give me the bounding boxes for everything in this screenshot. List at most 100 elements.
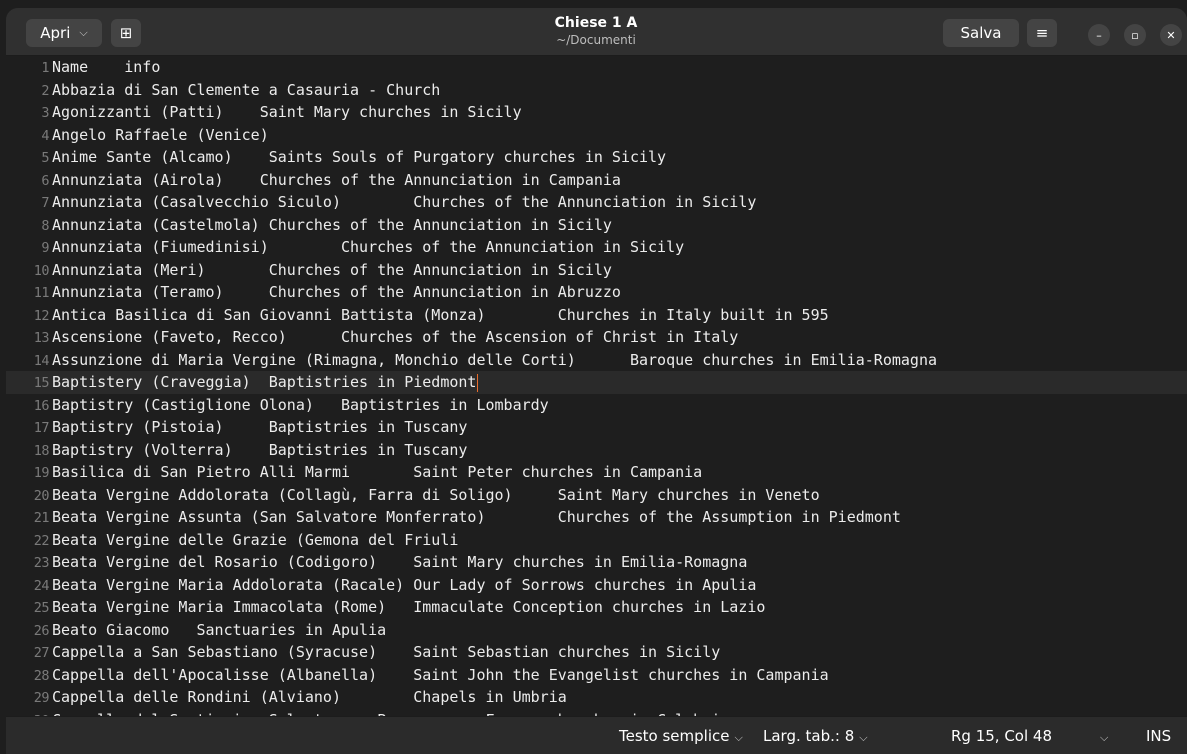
editor-line[interactable]: 13 Ascensione (Faveto, Recco) Churches of…: [6, 326, 1187, 349]
line-number: 1: [41, 60, 49, 76]
line-text[interactable]: Angelo Raffaele (Venice): [49, 124, 269, 147]
editor-line[interactable]: 9 Annunziata (Fiumedinisi) Churches of th…: [6, 236, 1187, 259]
line-text[interactable]: Abbazia di San Clemente a Casauria - Chu…: [49, 79, 440, 102]
line-text[interactable]: Beata Vergine Assunta (San Salvatore Mon…: [49, 506, 901, 529]
text-editor-area[interactable]: 1 Name info 2 Abbazia di San Clemente a Cas…: [6, 56, 1187, 729]
line-text[interactable]: Basilica di San Pietro Alli Marmi Saint …: [49, 461, 702, 484]
line-number: 11: [33, 285, 50, 301]
line-text[interactable]: Annunziata (Fiumedinisi) Churches of the…: [49, 236, 684, 259]
line-text[interactable]: Agonizzanti (Patti) Saint Mary churches …: [49, 101, 522, 124]
position-dropdown[interactable]: ⌵: [1095, 727, 1108, 745]
editor-line[interactable]: 17 Baptistry (Pistoia) Baptistries in Tus…: [6, 416, 1187, 439]
line-text[interactable]: Annunziata (Casalvecchio Siculo) Churche…: [49, 191, 756, 214]
close-button[interactable]: ✕: [1160, 24, 1182, 46]
line-text[interactable]: Annunziata (Meri) Churches of the Annunc…: [49, 259, 612, 282]
cursor-position[interactable]: Rg 15, Col 48: [951, 727, 1052, 745]
editor-line[interactable]: 29 Cappella delle Rondini (Alviano) Chape…: [6, 686, 1187, 709]
editor-line[interactable]: 27 Cappella a San Sebastiano (Syracuse) S…: [6, 641, 1187, 664]
text-caret: [477, 373, 479, 392]
editor-line[interactable]: 19 Basilica di San Pietro Alli Marmi Sain…: [6, 461, 1187, 484]
line-number: 6: [41, 172, 49, 189]
editor-line[interactable]: 15 Baptistery (Craveggia) Baptistries in …: [6, 371, 1187, 394]
line-number: 18: [33, 442, 50, 459]
line-text[interactable]: Name info: [49, 56, 160, 79]
line-number: 17: [33, 420, 50, 436]
editor-line[interactable]: 8 Annunziata (Castelmola) Churches of the…: [6, 214, 1187, 237]
line-text[interactable]: Beata Vergine Addolorata (Collagù, Farra…: [49, 484, 820, 507]
editor-line[interactable]: 11 Annunziata (Teramo) Churches of the An…: [6, 281, 1187, 304]
line-text[interactable]: Antica Basilica di San Giovanni Battista…: [49, 304, 829, 327]
line-number: 21: [33, 510, 50, 526]
editor-line[interactable]: 5 Anime Sante (Alcamo) Saints Souls of Pu…: [6, 146, 1187, 169]
save-button-label: Salva: [960, 24, 1002, 42]
line-number: 15: [33, 375, 50, 391]
editor-line[interactable]: 16 Baptistry (Castiglione Olona) Baptistr…: [6, 394, 1187, 417]
insert-mode-indicator[interactable]: INS: [1146, 727, 1171, 745]
line-text[interactable]: Beata Vergine Maria Immacolata (Rome) Im…: [49, 596, 765, 619]
line-text[interactable]: Baptistry (Castiglione Olona) Baptistrie…: [49, 394, 549, 417]
new-tab-button[interactable]: ⊞: [111, 19, 141, 47]
editor-line[interactable]: 10 Annunziata (Meri) Churches of the Annu…: [6, 259, 1187, 282]
editor-line[interactable]: 3 Agonizzanti (Patti) Saint Mary churches…: [6, 101, 1187, 124]
insert-mode-label: INS: [1146, 727, 1172, 745]
line-number: 13: [33, 330, 50, 346]
line-text[interactable]: Anime Sante (Alcamo) Saints Souls of Pur…: [49, 146, 666, 169]
editor-line[interactable]: 23 Beata Vergine del Rosario (Codigoro) S…: [6, 551, 1187, 574]
editor-line[interactable]: 2 Abbazia di San Clemente a Casauria - Ch…: [6, 79, 1187, 102]
chevron-down-icon: ⌵: [734, 731, 743, 744]
tab-width-label: Larg. tab.: 8: [763, 727, 855, 745]
status-bar: Testo semplice ⌵ Larg. tab.: 8 ⌵ Rg 15, Co…: [6, 716, 1187, 754]
chevron-down-icon: ⌵: [859, 731, 868, 744]
editor-line[interactable]: 28 Cappella dell'Apocalisse (Albanella) S…: [6, 664, 1187, 687]
line-number: 10: [33, 262, 50, 279]
line-number: 9: [41, 240, 49, 256]
line-text[interactable]: Cappella a San Sebastiano (Syracuse) Sai…: [49, 641, 720, 664]
line-number: 19: [33, 465, 50, 481]
maximize-icon: ▫: [1131, 28, 1139, 42]
editor-line[interactable]: 6 Annunziata (Airola) Churches of the Ann…: [6, 169, 1187, 192]
new-tab-icon: ⊞: [119, 24, 133, 42]
cursor-position-label: Rg 15, Col 48: [951, 727, 1053, 745]
line-text[interactable]: Beata Vergine delle Grazie (Gemona del F…: [49, 529, 458, 552]
line-text[interactable]: Annunziata (Teramo) Churches of the Annu…: [49, 281, 621, 304]
maximize-button[interactable]: ▫: [1124, 24, 1146, 46]
minimize-button[interactable]: –: [1088, 24, 1110, 46]
editor-line[interactable]: 22 Beata Vergine delle Grazie (Gemona del…: [6, 529, 1187, 552]
hamburger-menu-icon: ≡: [1035, 24, 1049, 42]
line-text[interactable]: Baptistery (Craveggia) Baptistries in Pi…: [49, 371, 476, 394]
tab-width-selector[interactable]: Larg. tab.: 8 ⌵: [763, 727, 868, 745]
editor-line[interactable]: 12 Antica Basilica di San Giovanni Battis…: [6, 304, 1187, 327]
editor-line[interactable]: 24 Beata Vergine Maria Addolorata (Racale…: [6, 574, 1187, 597]
save-button[interactable]: Salva: [943, 19, 1019, 47]
line-text[interactable]: Baptistry (Volterra) Baptistries in Tusc…: [49, 439, 467, 462]
language-selector[interactable]: Testo semplice ⌵: [619, 727, 743, 745]
line-number: 16: [33, 397, 50, 414]
line-number: 26: [33, 622, 50, 639]
line-text[interactable]: Cappella dell'Apocalisse (Albanella) Sai…: [49, 664, 829, 687]
line-text[interactable]: Cappella delle Rondini (Alviano) Chapels…: [49, 686, 567, 709]
line-text[interactable]: Assunzione di Maria Vergine (Rimagna, Mo…: [49, 349, 937, 372]
editor-line[interactable]: 25 Beata Vergine Maria Immacolata (Rome) …: [6, 596, 1187, 619]
window-subtitle: ~/Documenti: [556, 33, 636, 47]
line-text[interactable]: Beata Vergine del Rosario (Codigoro) Sai…: [49, 551, 747, 574]
line-number: 29: [33, 690, 50, 706]
editor-line[interactable]: 20 Beata Vergine Addolorata (Collagù, Far…: [6, 484, 1187, 507]
editor-line[interactable]: 14 Assunzione di Maria Vergine (Rimagna, …: [6, 349, 1187, 372]
line-number: 3: [41, 105, 49, 121]
chevron-down-icon: ⌵: [79, 26, 88, 39]
line-text[interactable]: Beata Vergine Maria Addolorata (Racale) …: [49, 574, 756, 597]
editor-line[interactable]: 1 Name info: [6, 56, 1187, 79]
line-text[interactable]: Annunziata (Castelmola) Churches of the …: [49, 214, 612, 237]
line-text[interactable]: Baptistry (Pistoia) Baptistries in Tusca…: [49, 416, 467, 439]
title-box: Chiese 1 A ~/Documenti: [396, 15, 796, 48]
line-text[interactable]: Beato Giacomo Sanctuaries in Apulia: [49, 619, 386, 642]
editor-line[interactable]: 18 Baptistry (Volterra) Baptistries in Tu…: [6, 439, 1187, 462]
open-button[interactable]: Apri ⌵: [26, 19, 102, 47]
menu-button[interactable]: ≡: [1027, 19, 1057, 47]
line-text[interactable]: Ascensione (Faveto, Recco) Churches of t…: [49, 326, 738, 349]
editor-line[interactable]: 21 Beata Vergine Assunta (San Salvatore M…: [6, 506, 1187, 529]
editor-line[interactable]: 7 Annunziata (Casalvecchio Siculo) Church…: [6, 191, 1187, 214]
editor-line[interactable]: 26 Beato Giacomo Sanctuaries in Apulia: [6, 619, 1187, 642]
line-text[interactable]: Annunziata (Airola) Churches of the Annu…: [49, 169, 621, 192]
editor-line[interactable]: 4 Angelo Raffaele (Venice): [6, 124, 1187, 147]
